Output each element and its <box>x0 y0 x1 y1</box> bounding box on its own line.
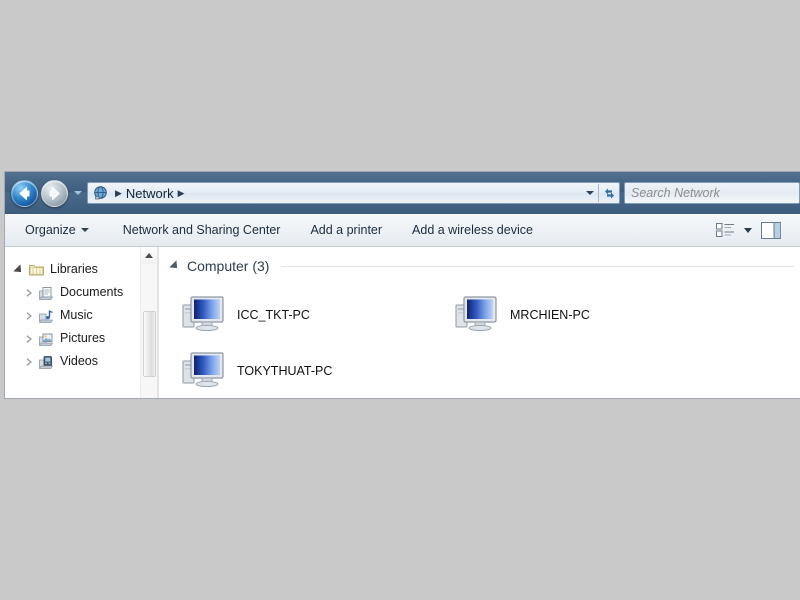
items-area: ICC_TKT-PC MRCHIEN-PC TOKYTHUAT-PC <box>159 277 800 398</box>
refresh-icon <box>604 188 614 198</box>
back-arrow-icon <box>19 186 30 200</box>
item-grid: ICC_TKT-PC MRCHIEN-PC TOKYTHUAT-PC <box>173 287 800 398</box>
navigation-pane: Libraries Documents Music Pictures Video… <box>5 247 157 398</box>
toolbar-right-group <box>712 218 800 242</box>
navigation-pane-scrollbar[interactable] <box>140 247 157 398</box>
computer-icon <box>454 293 502 337</box>
libraries-folder-icon <box>28 262 45 278</box>
breadcrumb-bar[interactable]: ▶ Network ▶ <box>87 182 620 204</box>
add-printer-label: Add a printer <box>310 223 383 237</box>
network-sharing-label: Network and Sharing Center <box>122 223 281 237</box>
organize-button[interactable]: Organize <box>19 219 95 241</box>
group-title-label: Computer (3) <box>187 258 270 274</box>
forward-arrow-icon <box>49 186 60 200</box>
breadcrumb-network[interactable]: Network <box>126 186 174 201</box>
chevron-down-icon[interactable] <box>582 191 598 195</box>
sidebar-label-videos: Videos <box>60 354 98 369</box>
content-pane: Computer (3) ICC_TKT-PC MRCHIEN-PC TOKYT… <box>159 247 800 398</box>
network-and-sharing-center-button[interactable]: Network and Sharing Center <box>117 219 287 241</box>
add-a-wireless-device-button[interactable]: Add a wireless device <box>406 219 539 241</box>
back-button[interactable] <box>11 179 38 207</box>
list-item[interactable]: TOKYTHUAT-PC <box>173 343 446 398</box>
scroll-up-button[interactable] <box>141 247 157 264</box>
network-globe-icon <box>92 185 110 201</box>
refresh-button[interactable] <box>599 186 619 201</box>
show-preview-pane-button[interactable] <box>758 218 784 242</box>
expand-triangle-icon[interactable] <box>21 354 37 370</box>
music-library-icon <box>38 308 55 324</box>
pictures-library-icon <box>38 331 55 347</box>
organize-label: Organize <box>25 223 76 237</box>
forward-button[interactable] <box>41 179 68 207</box>
search-input[interactable]: Search Network <box>625 186 720 200</box>
address-bar: ▶ Network ▶ Search Network <box>5 172 800 214</box>
list-item[interactable]: MRCHIEN-PC <box>446 287 719 343</box>
navigation-buttons <box>11 179 85 207</box>
change-view-dropdown[interactable] <box>740 218 756 242</box>
search-box[interactable]: Search Network <box>624 182 800 204</box>
videos-library-icon <box>38 354 55 370</box>
add-a-printer-button[interactable]: Add a printer <box>304 219 388 241</box>
item-label: MRCHIEN-PC <box>510 308 590 322</box>
expand-triangle-icon[interactable] <box>11 262 27 278</box>
expand-triangle-icon[interactable] <box>21 285 37 301</box>
expand-triangle-icon[interactable] <box>21 331 37 347</box>
sidebar-item-videos[interactable]: Videos <box>5 350 157 373</box>
group-header-computer[interactable]: Computer (3) <box>159 255 800 277</box>
change-view-button[interactable] <box>712 218 738 242</box>
sidebar-item-documents[interactable]: Documents <box>5 281 157 304</box>
expand-triangle-icon[interactable] <box>21 308 37 324</box>
sidebar-label-pictures: Pictures <box>60 331 106 346</box>
sidebar-item-libraries[interactable]: Libraries <box>5 258 157 281</box>
computer-icon <box>181 349 229 393</box>
window-body: Libraries Documents Music Pictures Video… <box>5 247 800 398</box>
sidebar-label-music: Music <box>60 308 93 323</box>
sidebar-label-documents: Documents <box>60 285 124 300</box>
documents-library-icon <box>38 285 55 301</box>
group-header-divider <box>281 265 794 267</box>
add-wireless-label: Add a wireless device <box>412 223 533 237</box>
sidebar-item-pictures[interactable]: Pictures <box>5 327 157 350</box>
change-view-icon <box>715 223 734 237</box>
sidebar-item-music[interactable]: Music <box>5 304 157 327</box>
list-item[interactable]: ICC_TKT-PC <box>173 287 446 343</box>
explorer-window: ▶ Network ▶ Search Network Organize Netw… <box>5 172 800 398</box>
sidebar-label-libraries: Libraries <box>50 262 98 277</box>
breadcrumb-separator-2[interactable]: ▶ <box>174 188 189 198</box>
preview-pane-icon <box>761 221 781 239</box>
command-toolbar: Organize Network and Sharing Center Add … <box>5 214 800 247</box>
chevron-down-icon <box>80 228 89 232</box>
recent-pages-dropdown[interactable] <box>72 182 83 204</box>
scrollbar-thumb[interactable] <box>143 311 156 377</box>
computer-icon <box>181 293 229 337</box>
collapse-triangle-icon[interactable] <box>169 260 181 272</box>
item-label: ICC_TKT-PC <box>237 308 310 322</box>
item-label: TOKYTHUAT-PC <box>237 364 333 378</box>
breadcrumb-separator-1: ▶ <box>115 187 122 198</box>
